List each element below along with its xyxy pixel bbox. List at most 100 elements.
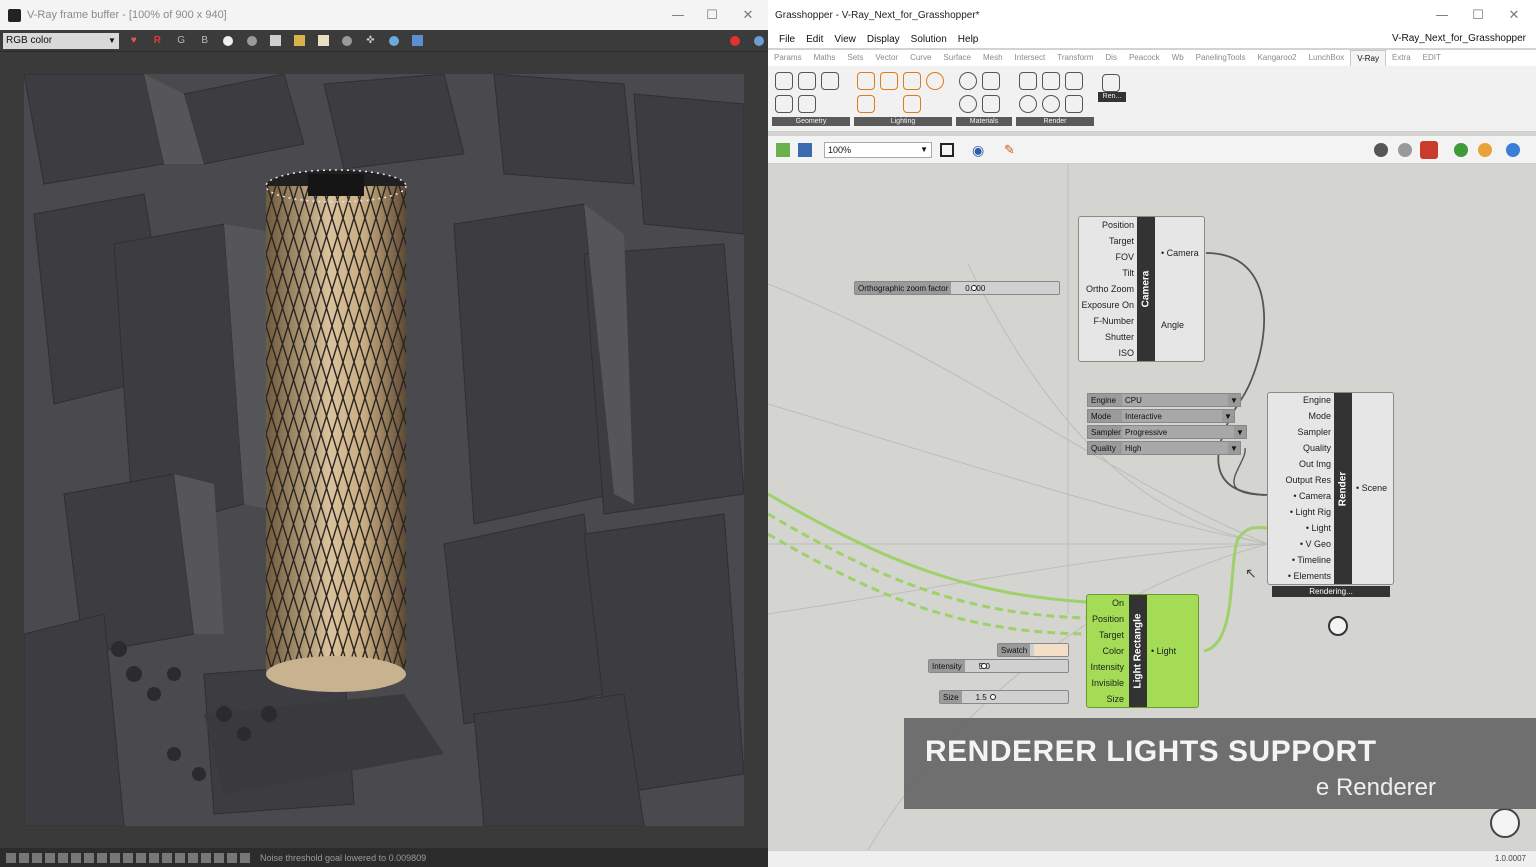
white-display-icon[interactable] <box>220 33 238 49</box>
vfb-minimize-button[interactable]: — <box>660 0 696 30</box>
menu-solution[interactable]: Solution <box>911 34 947 45</box>
color-swatch[interactable]: Swatch <box>997 643 1069 657</box>
status-tool-icon[interactable] <box>240 852 250 863</box>
texture-icon[interactable] <box>982 95 1000 113</box>
tab-maths[interactable]: Maths <box>808 50 842 66</box>
light-ies-icon[interactable] <box>857 95 875 113</box>
mesh-loader-icon[interactable] <box>775 72 793 90</box>
render-output-scene[interactable]: • Scene <box>1356 483 1387 493</box>
material-icon[interactable] <box>959 72 977 90</box>
render-settings-icon[interactable] <box>1019 72 1037 90</box>
color-correction-icon[interactable]: ♥ <box>125 33 143 49</box>
light-input-intensity[interactable]: Intensity <box>1090 662 1124 672</box>
vfb-close-button[interactable]: ✕ <box>730 0 766 30</box>
quality-value-list[interactable]: Quality High ▼ <box>1087 441 1241 455</box>
status-tool-icon[interactable] <box>71 852 81 863</box>
render-input-light[interactable]: • Light <box>1306 523 1331 533</box>
preview-mesh-icon[interactable] <box>1478 143 1492 157</box>
render-check-icon[interactable] <box>1019 95 1037 113</box>
tab-lunchbox[interactable]: LunchBox <box>1303 50 1351 66</box>
camera-input-tilt[interactable]: Tilt <box>1122 268 1134 278</box>
wireframe-icon[interactable] <box>1398 143 1412 157</box>
camera-input-fov[interactable]: FOV <box>1115 252 1134 262</box>
light-input-position[interactable]: Position <box>1092 614 1124 624</box>
status-tool-icon[interactable] <box>110 852 120 863</box>
tab-surface[interactable]: Surface <box>937 50 977 66</box>
light-spot-icon[interactable] <box>903 95 921 113</box>
light-direct-icon[interactable] <box>903 72 921 90</box>
shaded-preview-icon[interactable] <box>1420 141 1438 159</box>
camera-component[interactable]: Camera Position Target FOV Tilt Ortho Zo… <box>1078 216 1205 362</box>
tab-vray[interactable]: V-Ray <box>1350 50 1386 66</box>
timeline-icon[interactable] <box>1042 95 1060 113</box>
light-input-size[interactable]: Size <box>1106 694 1124 704</box>
status-tool-icon[interactable] <box>136 852 146 863</box>
status-tool-icon[interactable] <box>45 852 55 863</box>
channel-select[interactable]: RGB color ▼ <box>3 32 119 49</box>
menu-view[interactable]: View <box>834 34 856 45</box>
status-tool-icon[interactable] <box>149 852 159 863</box>
intensity-slider[interactable]: Intensity 5.0 <box>928 659 1069 673</box>
menu-edit[interactable]: Edit <box>806 34 823 45</box>
save-image-icon[interactable] <box>267 33 285 49</box>
render-input-sampler[interactable]: Sampler <box>1297 427 1331 437</box>
dropdown-arrow-icon[interactable]: ▼ <box>1228 444 1240 453</box>
dropdown-arrow-icon[interactable]: ▼ <box>1234 428 1246 437</box>
render-input-output-res[interactable]: Output Res <box>1285 475 1331 485</box>
size-slider[interactable]: Size 1.5 <box>939 690 1069 704</box>
green-channel-button[interactable]: G <box>172 33 190 49</box>
status-tool-icon[interactable] <box>123 852 133 863</box>
menu-help[interactable]: Help <box>958 34 979 45</box>
camera-output-angle[interactable]: Angle <box>1161 320 1184 330</box>
light-rectangle-icon[interactable] <box>857 72 875 90</box>
camera-input-iso[interactable]: ISO <box>1118 348 1134 358</box>
tab-intersect[interactable]: Intersect <box>1009 50 1052 66</box>
stop-render-icon[interactable] <box>727 33 745 49</box>
history-icon[interactable] <box>409 33 427 49</box>
gh-minimize-button[interactable]: — <box>1424 0 1460 30</box>
camera-input-ortho-zoom[interactable]: Ortho Zoom <box>1086 284 1134 294</box>
vfb-maximize-button[interactable]: ☐ <box>694 0 730 30</box>
render-input-light-rig[interactable]: • Light Rig <box>1290 507 1331 517</box>
blue-channel-button[interactable]: B <box>196 33 214 49</box>
material-file-icon[interactable] <box>982 72 1000 90</box>
light-input-invisible[interactable]: Invisible <box>1091 678 1124 688</box>
gh-maximize-button[interactable]: ☐ <box>1460 0 1496 30</box>
mode-value-list[interactable]: Mode Interactive ▼ <box>1087 409 1235 423</box>
status-tool-icon[interactable] <box>58 852 68 863</box>
clear-image-icon[interactable] <box>314 33 332 49</box>
render-input-timeline[interactable]: • Timeline <box>1292 555 1331 565</box>
light-sphere-icon[interactable] <box>880 72 898 90</box>
red-channel-button[interactable]: R <box>149 33 167 49</box>
lens-effects-icon[interactable] <box>385 33 403 49</box>
status-tool-icon[interactable] <box>227 852 237 863</box>
status-tool-icon[interactable] <box>201 852 211 863</box>
status-tool-icon[interactable] <box>32 852 42 863</box>
tab-wb[interactable]: Wb <box>1166 50 1190 66</box>
tab-kangaroo2[interactable]: Kangaroo2 <box>1251 50 1302 66</box>
region-render-icon[interactable] <box>338 33 356 49</box>
load-image-icon[interactable] <box>291 33 309 49</box>
tab-dis[interactable]: Dis <box>1099 50 1123 66</box>
camera-input-shutter[interactable]: Shutter <box>1105 332 1134 342</box>
tab-extra[interactable]: Extra <box>1386 50 1417 66</box>
tab-params[interactable]: Params <box>768 50 808 66</box>
dropdown-arrow-icon[interactable]: ▼ <box>1222 412 1234 421</box>
status-tool-icon[interactable] <box>19 852 29 863</box>
menu-display[interactable]: Display <box>867 34 900 45</box>
render-input-v-geo[interactable]: • V Geo <box>1300 539 1331 549</box>
mono-display-icon[interactable] <box>243 33 261 49</box>
slider-knob[interactable] <box>981 663 987 669</box>
render-button-icon[interactable] <box>1102 74 1120 92</box>
slider-knob[interactable] <box>971 285 977 291</box>
color-swatch-value[interactable] <box>1034 644 1068 656</box>
light-output-light[interactable]: • Light <box>1151 646 1176 656</box>
camera-input-position[interactable]: Position <box>1102 220 1134 230</box>
render-elements-icon[interactable] <box>1065 95 1083 113</box>
engine-value-list[interactable]: Engine CPU ▼ <box>1087 393 1241 407</box>
render-component[interactable]: Render Engine Mode Sampler Quality Out I… <box>1267 392 1394 585</box>
eye-icon[interactable]: ◉ <box>972 142 984 159</box>
gh-close-button[interactable]: ✕ <box>1496 0 1532 30</box>
selected-preview-icon[interactable] <box>1454 143 1468 157</box>
render-input-elements[interactable]: • Elements <box>1288 571 1331 581</box>
